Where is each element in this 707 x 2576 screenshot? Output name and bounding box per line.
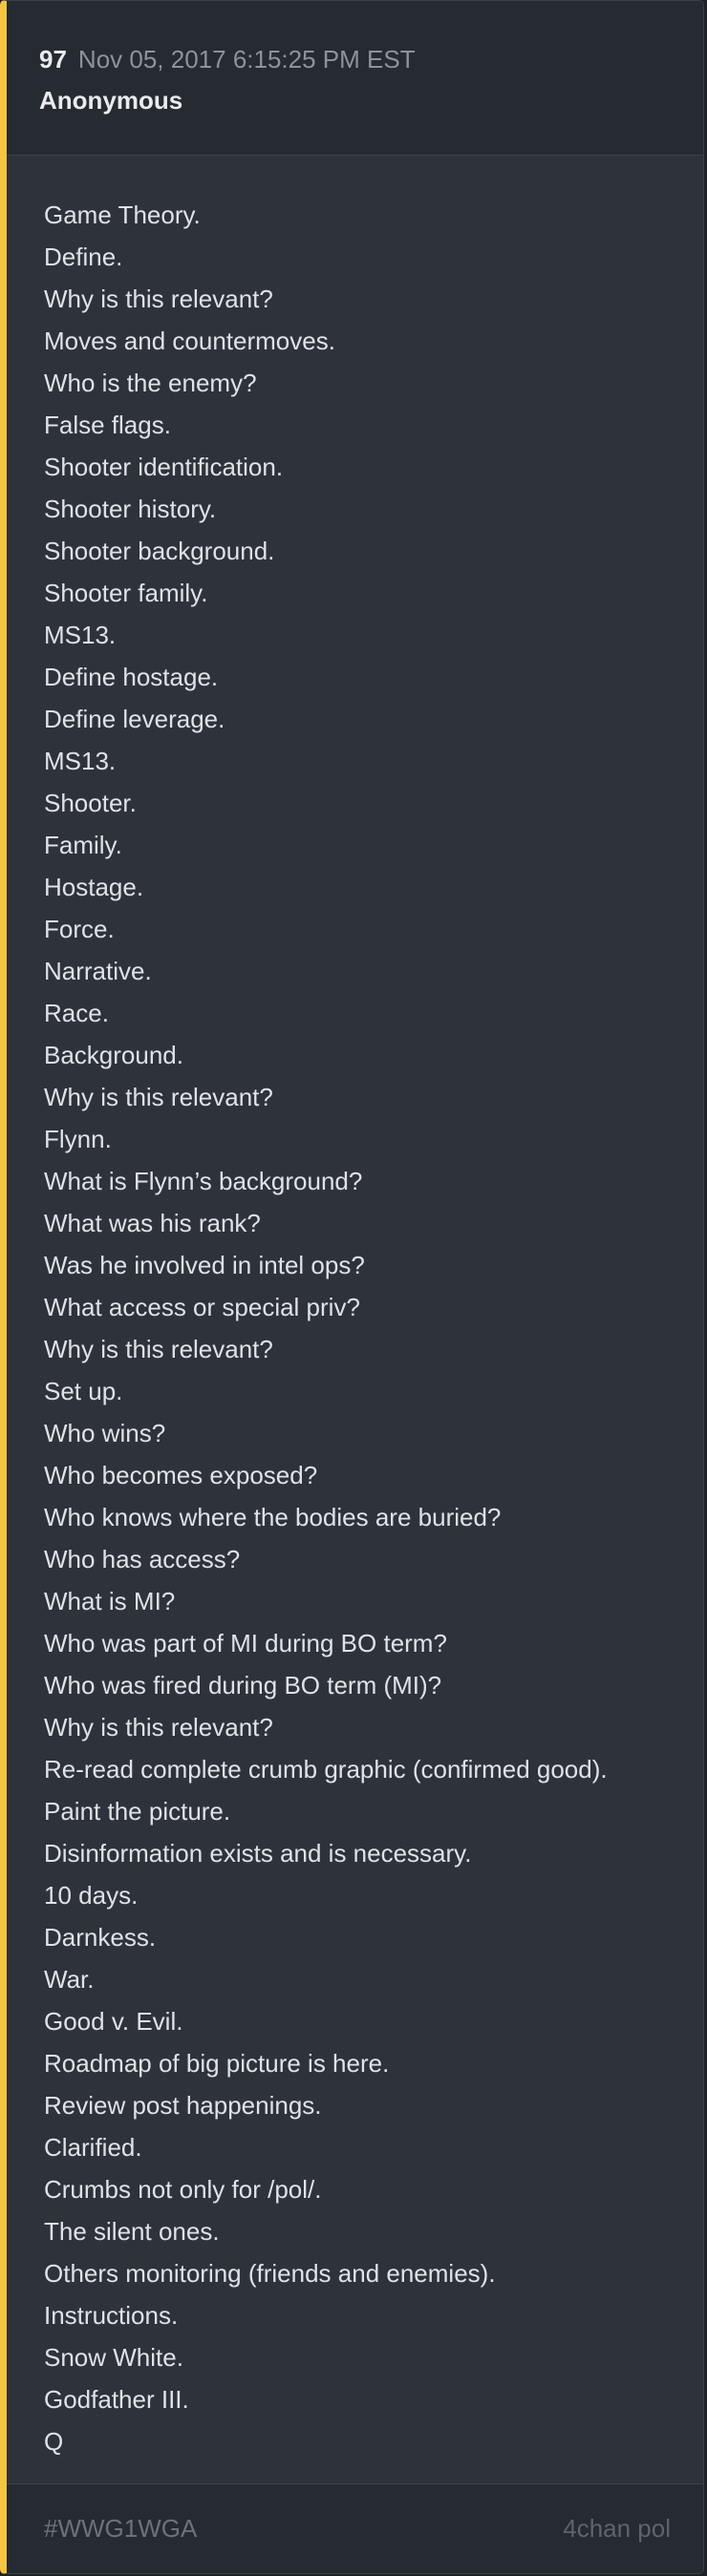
post-footer: #WWG1WGA 4chan pol [7,2483,703,2573]
post-line: Define leverage. [44,705,225,733]
post-line: Set up. [44,1377,123,1405]
post-line: The silent ones. [44,2217,220,2246]
post-line: Was he involved in intel ops? [44,1251,365,1279]
post-line: Why is this relevant? [44,285,273,313]
post-line: War. [44,1965,95,1994]
post-line: Shooter. [44,789,137,817]
post-line: What access or special priv? [44,1293,360,1321]
post-line: Re-read complete crumb graphic (confirme… [44,1755,608,1784]
post-line: Roadmap of big picture is here. [44,2049,390,2078]
post-line: 10 days. [44,1881,139,1910]
post-number[interactable]: 97 [39,45,67,74]
post-line: What is MI? [44,1587,176,1615]
post-line: Who was fired during BO term (MI)? [44,1671,442,1700]
post-line: Q [44,2427,64,2456]
post-line: Shooter history. [44,495,217,523]
post-header: 97 Nov 05, 2017 6:15:25 PM EST Anonymous [7,1,703,156]
post-line: Clarified. [44,2133,142,2162]
post-line: Shooter identification. [44,453,284,481]
post-line: Moves and countermoves. [44,327,335,355]
post-line: Force. [44,915,115,943]
post-line: Narrative. [44,957,152,985]
post-line: MS13. [44,621,117,649]
post-timestamp: Nov 05, 2017 6:15:25 PM EST [77,45,416,74]
post-line: Good v. Evil. [44,2007,183,2036]
post-line: Hostage. [44,873,144,901]
post-line: Who becomes exposed? [44,1461,318,1489]
post-line: Shooter family. [44,579,208,607]
post-line: Godfather III. [44,2385,189,2414]
post-line: MS13. [44,747,117,775]
post-meta: 97 Nov 05, 2017 6:15:25 PM EST [39,43,703,75]
post-card: 97 Nov 05, 2017 6:15:25 PM EST Anonymous … [0,0,704,2574]
post-line: Who knows where the bodies are buried? [44,1503,502,1531]
post-line: What is Flynn’s background? [44,1167,363,1195]
post-line: Why is this relevant? [44,1713,273,1742]
post-line: Disinformation exists and is necessary. [44,1839,472,1868]
post-line: Why is this relevant? [44,1335,273,1363]
post-line: False flags. [44,411,171,439]
post-line: Why is this relevant? [44,1083,273,1111]
post-line: Family. [44,831,122,859]
post-line: Define hostage. [44,663,219,691]
post-author: Anonymous [39,86,183,115]
post-line: Who is the enemy? [44,369,257,397]
post-line: What was his rank? [44,1209,261,1237]
post-line: Background. [44,1041,183,1069]
post-line: Paint the picture. [44,1797,231,1826]
post-line: Instructions. [44,2301,179,2330]
post-line: Review post happenings. [44,2091,322,2120]
post-line: Darnkess. [44,1923,157,1952]
post-line: Define. [44,243,123,271]
post-line: Snow White. [44,2343,183,2372]
post-line: Who was part of MI during BO term? [44,1629,447,1658]
post-body: Game Theory. Define. Why is this relevant?… [7,156,703,2462]
hashtag[interactable]: #WWG1WGA [44,2514,197,2544]
post-line: Flynn. [44,1125,112,1153]
post-line: Others monitoring (friends and enemies). [44,2259,496,2288]
post-line: Who wins? [44,1419,166,1447]
post-line: Crumbs not only for /pol/. [44,2175,322,2204]
source-label: 4chan pol [563,2514,671,2543]
post-line: Race. [44,999,109,1027]
post-line: Who has access? [44,1545,241,1573]
post-line: Shooter background. [44,537,275,565]
post-line: Game Theory. [44,201,201,229]
